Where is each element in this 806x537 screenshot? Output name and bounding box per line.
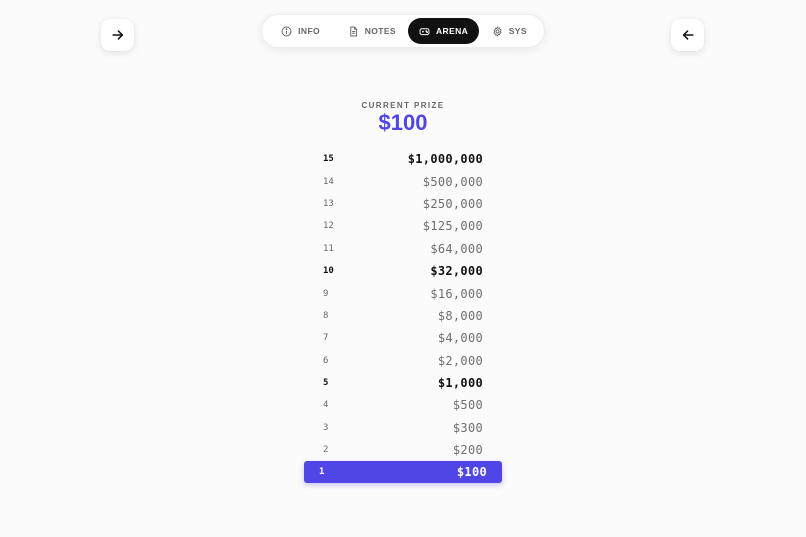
tab-bar: INFO NOTES ARENA SYS <box>261 14 545 48</box>
ladder-rung: 2 $200 <box>304 439 502 461</box>
arrow-left-icon <box>682 30 694 40</box>
info-icon <box>281 26 292 36</box>
rung-amount: $2,000 <box>437 353 483 368</box>
ladder-rung: 14 $500,000 <box>304 170 502 192</box>
tab-arena[interactable]: ARENA <box>408 18 479 44</box>
rung-amount: $1,000,000 <box>407 152 483 167</box>
back-button[interactable] <box>671 19 704 51</box>
rung-level: 12 <box>323 221 334 232</box>
tab-label: INFO <box>298 26 321 36</box>
rung-amount: $250,000 <box>422 196 483 211</box>
gear-icon <box>493 26 502 36</box>
gamepad-icon <box>419 27 430 35</box>
rung-amount: $500 <box>452 398 483 413</box>
rung-amount: $4,000 <box>437 331 483 346</box>
forward-button[interactable] <box>101 19 134 51</box>
rung-level: 5 <box>323 378 329 389</box>
rung-level: 4 <box>323 400 329 411</box>
prize-ladder: 15 $1,000,000 14 $500,000 13 $250,000 12 $12… <box>304 148 502 484</box>
ladder-rung: 11 $64,000 <box>304 238 502 260</box>
current-prize-label: CURRENT PRIZE <box>361 101 445 110</box>
tab-notes[interactable]: NOTES <box>335 18 408 44</box>
ladder-rung: 12 $125,000 <box>304 215 502 237</box>
rung-amount: $125,000 <box>422 219 483 234</box>
tab-label: NOTES <box>364 26 396 36</box>
rung-amount: $100 <box>456 465 487 480</box>
rung-level: 1 <box>319 467 325 478</box>
rung-level: 11 <box>323 243 334 254</box>
ladder-rung-current: 1 $100 <box>304 461 502 484</box>
ladder-rung: 3 $300 <box>304 417 502 439</box>
rung-level: 13 <box>323 198 334 209</box>
ladder-rung: 13 $250,000 <box>304 193 502 215</box>
rung-level: 15 <box>323 154 334 165</box>
tab-info[interactable]: INFO <box>266 18 335 44</box>
rung-level: 9 <box>323 288 329 299</box>
ladder-rung: 7 $4,000 <box>304 327 502 349</box>
rung-amount: $200 <box>452 443 483 458</box>
rung-level: 2 <box>323 445 329 456</box>
rung-amount: $16,000 <box>430 286 483 301</box>
rung-amount: $300 <box>452 420 483 435</box>
rung-level: 10 <box>323 266 334 277</box>
ladder-rung: 6 $2,000 <box>304 350 502 372</box>
rung-amount: $32,000 <box>430 264 483 279</box>
rung-amount: $1,000 <box>437 376 483 391</box>
rung-amount: $500,000 <box>422 174 483 189</box>
rung-level: 14 <box>323 176 334 187</box>
tab-label: ARENA <box>435 26 469 36</box>
ladder-rung: 5 $1,000 <box>304 372 502 394</box>
tab-label: SYS <box>508 26 527 36</box>
current-prize-value: $100 <box>378 110 428 135</box>
rung-level: 7 <box>323 333 329 344</box>
ladder-rung: 8 $8,000 <box>304 305 502 327</box>
rung-level: 3 <box>323 422 329 433</box>
document-icon <box>349 26 357 36</box>
rung-amount: $8,000 <box>437 308 483 323</box>
ladder-rung: 9 $16,000 <box>304 282 502 304</box>
arrow-right-icon <box>111 30 123 40</box>
ladder-rung: 15 $1,000,000 <box>304 148 502 170</box>
ladder-rung: 10 $32,000 <box>304 260 502 282</box>
rung-amount: $64,000 <box>430 241 483 256</box>
rung-level: 8 <box>323 310 329 321</box>
rung-level: 6 <box>323 355 329 366</box>
tab-sys[interactable]: SYS <box>479 18 540 44</box>
ladder-rung: 4 $500 <box>304 394 502 416</box>
